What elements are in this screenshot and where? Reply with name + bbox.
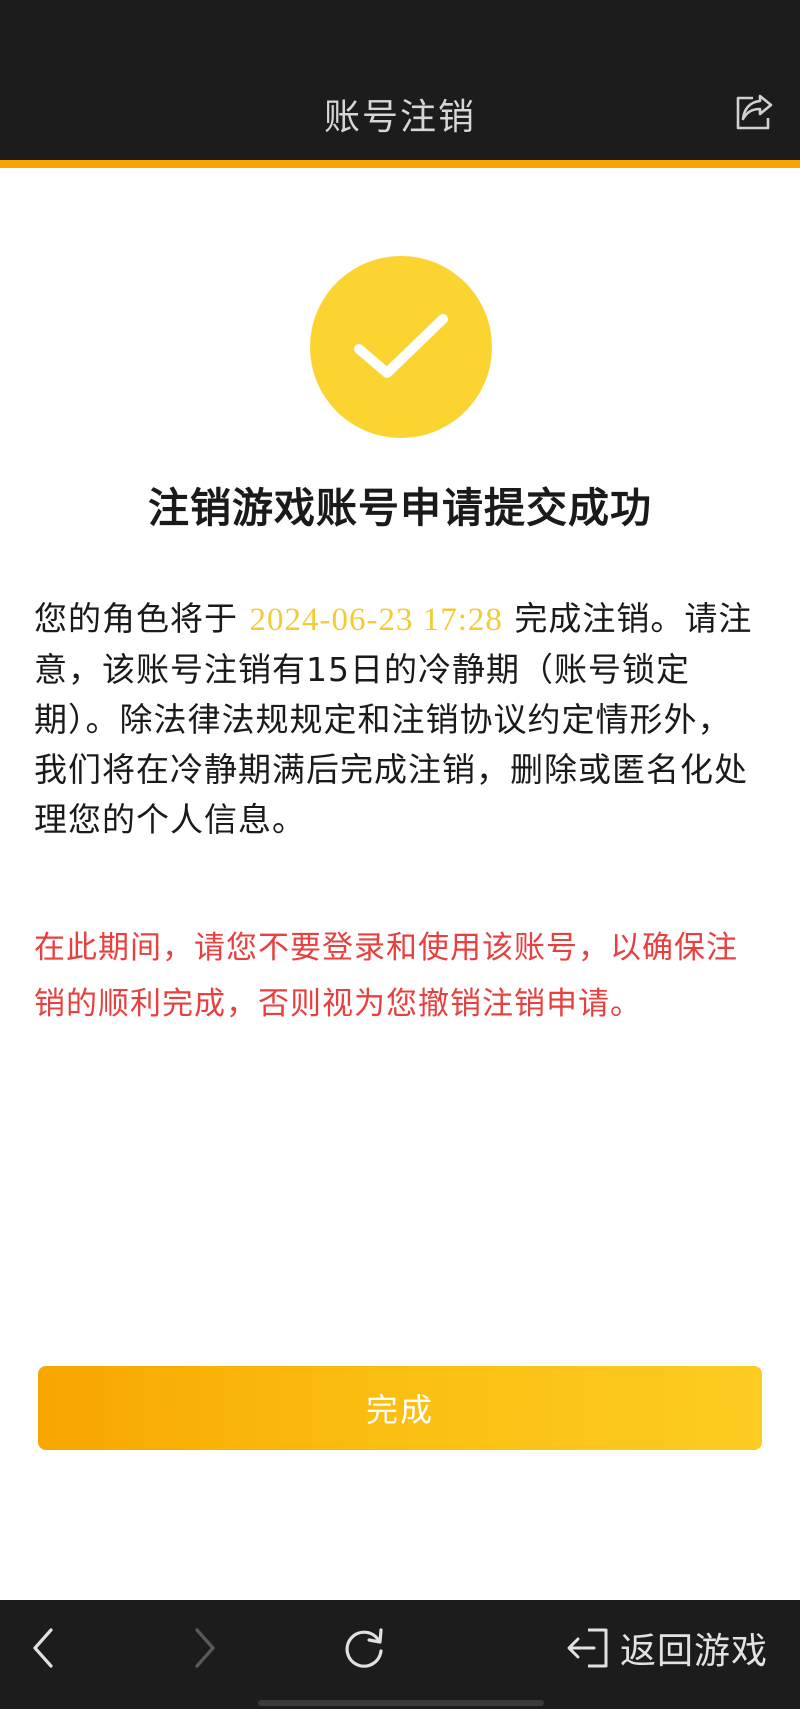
- done-button[interactable]: 完成: [38, 1366, 762, 1450]
- chevron-right-icon: [195, 1628, 215, 1668]
- refresh-icon: [345, 1628, 383, 1668]
- share-button[interactable]: [730, 88, 778, 136]
- header-accent-rule: [0, 160, 800, 168]
- success-title: 注销游戏账号申请提交成功: [148, 484, 652, 532]
- share-icon: [736, 94, 773, 130]
- chevron-left-icon: [33, 1628, 53, 1668]
- cancellation-notice: 您的角色将于 2024-06-23 17:28 完成注销。请注意，该账号注销有1…: [34, 594, 764, 845]
- home-indicator[interactable]: [258, 1700, 544, 1706]
- browser-bottom-bar: 返回游戏: [0, 1600, 800, 1709]
- refresh-button[interactable]: [336, 1620, 392, 1676]
- page-title: 账号注销: [323, 97, 476, 138]
- warning-text: 在此期间，请您不要登录和使用该账号，以确保注销的顺利完成，否则视为您撤销注销申请…: [34, 930, 738, 1022]
- success-badge: [310, 256, 492, 438]
- notice-text-before: 您的角色将于: [34, 599, 250, 638]
- exit-icon: [567, 1628, 608, 1668]
- return-to-game-label: 返回游戏: [620, 1631, 769, 1672]
- forward-button[interactable]: [180, 1620, 230, 1676]
- checkmark-icon: [354, 314, 448, 378]
- back-button[interactable]: [18, 1620, 68, 1676]
- return-to-game-button[interactable]: 返回游戏: [566, 1620, 786, 1676]
- top-bar: 账号注销: [0, 0, 800, 160]
- cancellation-date: 2024-06-23 17:28: [249, 602, 503, 638]
